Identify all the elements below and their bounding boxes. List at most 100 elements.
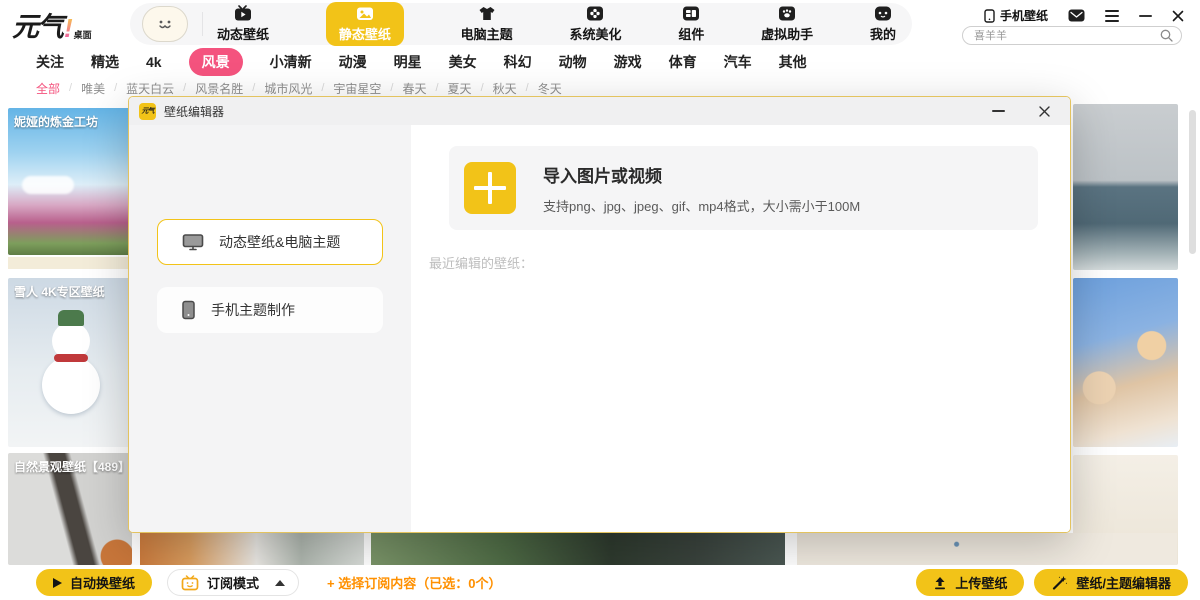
wallpaper-thumbnail-white-strip[interactable] [797,533,1177,565]
dialog-close-button[interactable] [1039,106,1050,117]
tv-play-icon [233,5,253,22]
snowman-shape [58,310,84,326]
subcategory-item-6[interactable]: 春天 [402,80,426,97]
snowman-shape [42,356,100,414]
auto-change-wallpaper-button[interactable]: 自动换壁纸 [36,569,152,596]
subcategory-item-3[interactable]: 风景名胜 [195,80,243,97]
category-item-2[interactable]: 4k [146,54,162,70]
sidebar-item-phone-theme[interactable]: 手机主题制作 [157,287,383,333]
wallpaper-thumbnail-snowman[interactable]: 雪人 4K专区壁纸 [8,278,132,447]
nav-item-mine[interactable]: 我的 [870,2,896,46]
dialog-main: 导入图片或视频 支持png、jpg、jpeg、gif、mp4格式，大小需小于10… [411,125,1070,532]
subcategory-item-7[interactable]: 夏天 [448,80,472,97]
messages-button[interactable] [1068,9,1085,22]
minimize-icon [1139,15,1152,17]
logo-text: 元气 [12,5,62,44]
category-item-7[interactable]: 美女 [449,52,477,72]
envelope-icon [1068,9,1085,22]
top-bar: 元气 ! 桌面 动态壁纸 [0,0,1200,46]
category-item-5[interactable]: 动漫 [339,52,367,72]
category-item-10[interactable]: 游戏 [614,52,642,72]
wallpaper-thumbnail-forest-strip[interactable] [371,533,785,565]
subcategory-item-5[interactable]: 宇宙星空 [333,80,381,97]
subscribe-mode-label: 订阅模式 [207,573,259,592]
wallpaper-thumbnail-alchemy[interactable]: 妮娅的炼金工坊 [8,108,132,255]
paw-icon [777,5,797,22]
menu-button[interactable] [1105,10,1119,22]
subcategory-item-8[interactable]: 秋天 [493,80,517,97]
close-button[interactable] [1172,10,1184,22]
subcategory-item-1[interactable]: 唯美 [81,80,105,97]
monitor-icon [182,233,204,252]
phone-wallpaper-button[interactable]: 手机壁纸 [984,7,1048,24]
category-item-0[interactable]: 关注 [36,52,64,72]
wallpaper-editor-dialog: 元气 壁纸编辑器 动态壁纸&电脑主题 [128,96,1071,533]
wallpaper-theme-editor-button[interactable]: 壁纸/主题编辑器 [1034,569,1188,596]
plus-icon[interactable] [464,162,516,214]
subcategory-item-4[interactable]: 城市风光 [264,80,312,97]
category-item-12[interactable]: 汽车 [724,52,752,72]
dialog-body: 动态壁纸&电脑主题 手机主题制作 导入图片或视频 支持png、jpg、jpeg、… [129,125,1070,532]
category-item-9[interactable]: 动物 [559,52,587,72]
flower-icon [585,5,605,22]
wallpaper-thumbnail-ocean[interactable] [1073,104,1178,270]
subcategory-item-all-active[interactable]: 全部 [36,80,60,97]
wallpaper-thumbnail-partial[interactable] [8,257,132,269]
nav-item-static-wallpaper[interactable]: 静态壁纸 [326,2,404,46]
category-item-1[interactable]: 精选 [91,52,119,72]
sidebar-item-pc-wallpaper-theme[interactable]: 动态壁纸&电脑主题 [157,219,383,265]
smartphone-icon [181,300,196,320]
subcategory-separator: / [183,82,186,94]
dialog-minimize-button[interactable] [992,110,1005,112]
dialog-titlebar[interactable]: 元气 壁纸编辑器 [129,97,1070,125]
nav-item-widgets[interactable]: 组件 [678,2,704,46]
category-item-8[interactable]: 科幻 [504,52,532,72]
wallpaper-thumbnail-winter-trees[interactable] [1073,278,1178,447]
nav-item-dynamic-wallpaper[interactable]: 动态壁纸 [217,2,269,46]
app-window: 元气 ! 桌面 动态壁纸 [0,0,1200,600]
import-media-dropzone[interactable]: 导入图片或视频 支持png、jpg、jpeg、gif、mp4格式，大小需小于10… [449,146,1038,230]
thumbnail-title: 妮娅的炼金工坊 [14,113,98,130]
dialog-title: 壁纸编辑器 [164,103,224,120]
category-item-landscape-active[interactable]: 风景 [189,48,243,76]
search-icon[interactable] [1160,29,1173,42]
search-input[interactable] [974,30,1160,42]
upload-wallpaper-button[interactable]: 上传壁纸 [916,569,1024,596]
subcategory-separator: / [69,82,72,94]
category-item-4[interactable]: 小清新 [270,52,312,72]
subcategory-bar: 全部 / 唯美 / 蓝天白云 / 风景名胜 / 城市风光 / 宇宙星空 / 春天… [0,78,1200,98]
vertical-scrollbar[interactable] [1189,110,1196,254]
sidebar-item-label: 手机主题制作 [211,300,295,320]
play-icon [53,578,62,588]
dialog-controls [992,106,1060,117]
minimize-icon [992,110,1005,112]
user-avatar[interactable] [142,6,188,42]
logo-bang-icon: ! [64,13,73,44]
nav-item-pc-theme[interactable]: 电脑主题 [461,2,513,46]
subcategory-item-2[interactable]: 蓝天白云 [126,80,174,97]
category-item-13[interactable]: 其他 [779,52,807,72]
main-nav: 动态壁纸 静态壁纸 电脑主题 [130,3,912,45]
image-icon [355,5,375,22]
wallpaper-thumbnail-autumn-strip[interactable] [140,533,364,565]
category-item-6[interactable]: 明星 [394,52,422,72]
tv-icon [181,575,199,591]
subscribe-mode-dropdown[interactable]: 订阅模式 [167,569,299,596]
nav-item-label: 电脑主题 [461,24,513,43]
import-title: 导入图片或视频 [543,162,860,187]
nav-item-system-beautify[interactable]: 系统美化 [569,2,621,46]
select-subscription-link[interactable]: + 选择订阅内容（已选：0个） [327,573,501,592]
thumbnail-title: 雪人 4K专区壁纸 [14,283,105,300]
nav-divider [202,12,203,36]
search-box[interactable] [962,26,1182,45]
wallpaper-thumbnail-nature[interactable]: 自然景观壁纸【489】 [8,453,132,565]
nav-item-virtual-assistant[interactable]: 虚拟助手 [761,2,813,46]
minimize-button[interactable] [1139,15,1152,17]
smiley-face-icon [152,15,178,33]
subcategory-item-9[interactable]: 冬天 [538,80,562,97]
upload-wallpaper-label: 上传壁纸 [955,573,1007,592]
thumbnail-title: 自然景观壁纸【489】 [14,458,130,475]
subcategory-separator: / [252,82,255,94]
category-item-11[interactable]: 体育 [669,52,697,72]
magic-wand-icon [1051,575,1068,590]
